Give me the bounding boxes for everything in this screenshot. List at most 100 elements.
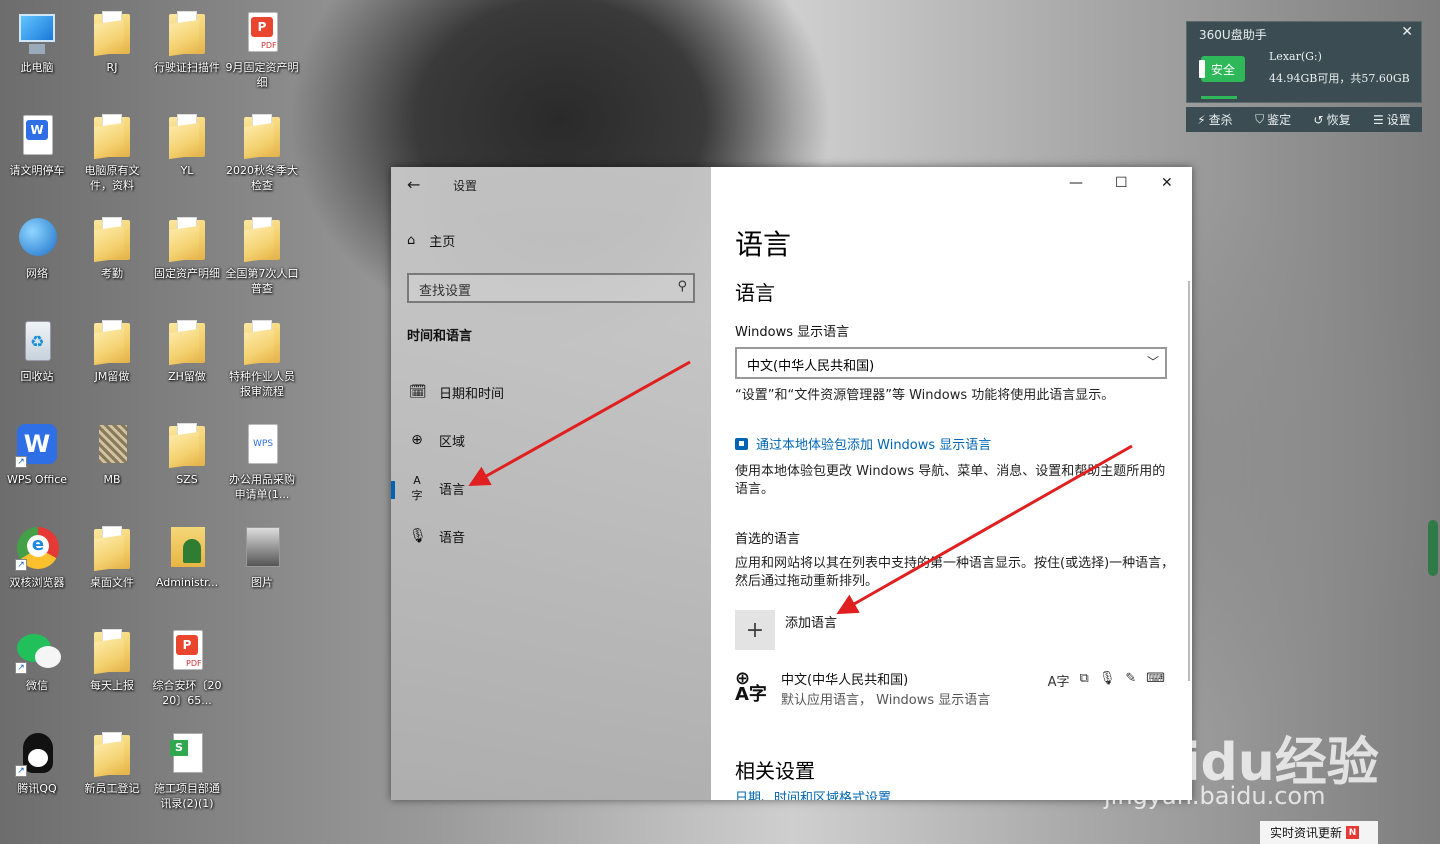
display-language-select[interactable]: 中文(中华人民共和国) ﹀ bbox=[735, 347, 1167, 379]
desktop-icon-office-supplies[interactable]: WPS 办公用品采购申请单(1... bbox=[225, 416, 299, 516]
desktop-icon-pictures[interactable]: 图片 bbox=[225, 519, 299, 619]
desktop-icon-label: 全国第7次人口普查 bbox=[225, 267, 299, 295]
image-file-icon bbox=[240, 525, 284, 571]
desktop-icon-asset-pdf[interactable]: P PDF 9月固定资产明细 bbox=[225, 4, 299, 104]
desktop-icon-special-ops[interactable]: 特种作业人员报审流程 bbox=[225, 313, 299, 413]
pdf-file-icon: P PDF bbox=[165, 628, 209, 674]
folder-icon bbox=[240, 319, 284, 365]
desktop-icon-census[interactable]: 全国第7次人口普查 bbox=[225, 210, 299, 310]
desktop-icon-label: 新员工登记 bbox=[84, 782, 140, 795]
preferred-languages-description: 应用和网站将以其在列表中支持的第一种语言显示。按住(或选择)一种语言，然后通过拖… bbox=[735, 556, 1175, 589]
desktop-icon-original-files[interactable]: 电脑原有文件，资料 bbox=[75, 107, 149, 207]
related-settings-heading: 相关设置 bbox=[735, 759, 815, 783]
desktop-icon-wechat[interactable]: ↗ 微信 bbox=[0, 622, 74, 722]
folder-icon bbox=[90, 10, 134, 56]
home-icon: ⌂ bbox=[407, 233, 416, 248]
desktop-icon-label: 回收站 bbox=[20, 370, 54, 383]
display-language-label: Windows 显示语言 bbox=[735, 325, 850, 340]
nav-item-region[interactable]: ⊕ 区域 bbox=[391, 425, 711, 455]
desktop-icon-safety-pdf[interactable]: P PDF 综合安环〔2020〕65... bbox=[150, 622, 224, 722]
add-display-language-link-text: 通过本地体验包添加 Windows 显示语言 bbox=[756, 438, 992, 453]
desktop-icon-this-pc[interactable]: 此电脑 bbox=[0, 4, 74, 104]
nav-item-date-time[interactable]: 🗓 日期和时间 bbox=[391, 377, 711, 407]
shortcut-arrow-icon: ↗ bbox=[15, 662, 27, 674]
desktop-icon-label: 电脑原有文件，资料 bbox=[84, 164, 140, 192]
desktop-icon-daily-report[interactable]: 每天上报 bbox=[75, 622, 149, 722]
lightning-icon: ⚡ bbox=[1197, 112, 1206, 127]
text-to-speech-feature-icon: ⧉ bbox=[1079, 671, 1089, 686]
active-indicator bbox=[391, 481, 395, 499]
desktop-icon-label: 特种作业人员报审流程 bbox=[229, 370, 295, 398]
settings-window: ← 设置 ⌂ 主页 查找设置 ⚲ 时间和语言 🗓 日期和时间 ⊕ 区域 A字 语… bbox=[391, 167, 1192, 800]
network-icon bbox=[15, 216, 59, 262]
desktop-icon-network[interactable]: 网络 bbox=[0, 210, 74, 310]
desktop-icon-contacts-xls[interactable]: 施工项目部通讯录(2)(1) bbox=[150, 725, 224, 825]
desktop-icon-wps-office[interactable]: W ↗ WPS Office bbox=[0, 416, 74, 516]
language-name: 中文(中华人民共和国) bbox=[781, 673, 909, 688]
minimize-icon[interactable]: — bbox=[1069, 175, 1083, 191]
nav-item-language[interactable]: A字 语言 bbox=[391, 473, 711, 503]
add-language-button[interactable]: + bbox=[735, 610, 775, 650]
scan-button[interactable]: ⚡ 查杀 bbox=[1197, 111, 1232, 128]
desktop-icon-label: 每天上报 bbox=[90, 679, 134, 692]
nav-item-label: 语音 bbox=[439, 530, 466, 546]
nav-home-label: 主页 bbox=[429, 235, 456, 250]
side-panel-handle[interactable] bbox=[1428, 520, 1438, 576]
news-update-button[interactable]: 实时资讯更新 N bbox=[1260, 821, 1378, 844]
desktop-icon-label: MB bbox=[103, 473, 121, 486]
close-icon[interactable]: ✕ bbox=[1161, 175, 1173, 191]
desktop-icon-rj[interactable]: RJ bbox=[75, 4, 149, 104]
desktop-icon-label: 请文明停车 bbox=[9, 164, 65, 177]
desktop-icon-mb[interactable]: MB bbox=[75, 416, 149, 516]
baidu-watermark: Baidu经验 jingyan.baidu.com bbox=[1100, 688, 1420, 818]
desktop-icon-jm[interactable]: JM留做 bbox=[75, 313, 149, 413]
desktop-icon-administrator[interactable]: Administr... bbox=[150, 519, 224, 619]
folder-icon bbox=[90, 628, 134, 674]
settings-button[interactable]: ☰ 设置 bbox=[1373, 111, 1411, 128]
scrollbar[interactable] bbox=[1188, 281, 1190, 681]
spreadsheet-file-icon bbox=[165, 731, 209, 777]
desktop-icon-parking[interactable]: W 请文明停车 bbox=[0, 107, 74, 207]
usb-capacity: 44.94GB可用，共57.60GB bbox=[1269, 72, 1410, 85]
date-time-region-link[interactable]: 日期、时间和区域格式设置 bbox=[735, 787, 891, 800]
desktop-icon-label: RJ bbox=[106, 61, 118, 74]
maximize-icon[interactable]: ☐ bbox=[1115, 175, 1128, 191]
desktop-icon-zh[interactable]: ZH留做 bbox=[150, 313, 224, 413]
plus-icon: + bbox=[745, 617, 765, 643]
desktop-icon-attendance[interactable]: 考勤 bbox=[75, 210, 149, 310]
nav-item-speech[interactable]: 🎙 语音 bbox=[391, 521, 711, 551]
add-display-language-link[interactable]: 通过本地体验包添加 Windows 显示语言 bbox=[735, 434, 991, 453]
desktop-icon-new-employee[interactable]: 新员工登记 bbox=[75, 725, 149, 825]
image-file-icon bbox=[90, 422, 134, 468]
restore-icon: ↺ bbox=[1313, 112, 1324, 127]
desktop-icon-recycle-bin[interactable]: 回收站 bbox=[0, 313, 74, 413]
folder-icon bbox=[165, 10, 209, 56]
display-language-value: 中文(中华人民共和国) bbox=[747, 359, 875, 374]
desktop-icon-browser[interactable]: ↗ 双核浏览器 bbox=[0, 519, 74, 619]
desktop-icon-qq[interactable]: ↗ 腾讯QQ bbox=[0, 725, 74, 825]
folder-icon bbox=[90, 731, 134, 777]
desktop-icon-label: 网络 bbox=[26, 267, 48, 280]
settings-sidebar: ← 设置 ⌂ 主页 查找设置 ⚲ 时间和语言 🗓 日期和时间 ⊕ 区域 A字 语… bbox=[391, 167, 711, 800]
desktop-icon-inspection[interactable]: 2020秋冬季大检查 bbox=[225, 107, 299, 207]
page-title: 语言 bbox=[735, 228, 792, 261]
desktop-icon-yl[interactable]: YL bbox=[150, 107, 224, 207]
desktop-icon-fixed-assets[interactable]: 固定资产明细 bbox=[150, 210, 224, 310]
desktop-icon-label: 施工项目部通讯录(2)(1) bbox=[154, 782, 220, 810]
desktop-icon-label: 腾讯QQ bbox=[17, 782, 57, 795]
desktop-icon-license-scan[interactable]: 行驶证扫描件 bbox=[150, 4, 224, 104]
search-input[interactable]: 查找设置 ⚲ bbox=[407, 273, 695, 303]
desktop-icon-label: 考勤 bbox=[101, 267, 123, 280]
restore-button[interactable]: ↺ 恢复 bbox=[1314, 111, 1351, 128]
shield-check-icon: ⛉ bbox=[1255, 112, 1265, 126]
identify-button[interactable]: ⛉ 鉴定 bbox=[1255, 111, 1291, 128]
list-icon: ☰ bbox=[1372, 112, 1384, 127]
desktop-icon-szs[interactable]: SZS bbox=[150, 416, 224, 516]
add-language-label[interactable]: 添加语言 bbox=[785, 612, 837, 631]
nav-home[interactable]: ⌂ 主页 bbox=[407, 231, 455, 250]
desktop-icon-desktop-files[interactable]: 桌面文件 bbox=[75, 519, 149, 619]
close-icon[interactable]: ✕ bbox=[1401, 24, 1413, 40]
back-arrow-icon[interactable]: ← bbox=[407, 175, 420, 194]
folder-icon bbox=[90, 113, 134, 159]
desktop-icon-label: 双核浏览器 bbox=[9, 576, 65, 589]
